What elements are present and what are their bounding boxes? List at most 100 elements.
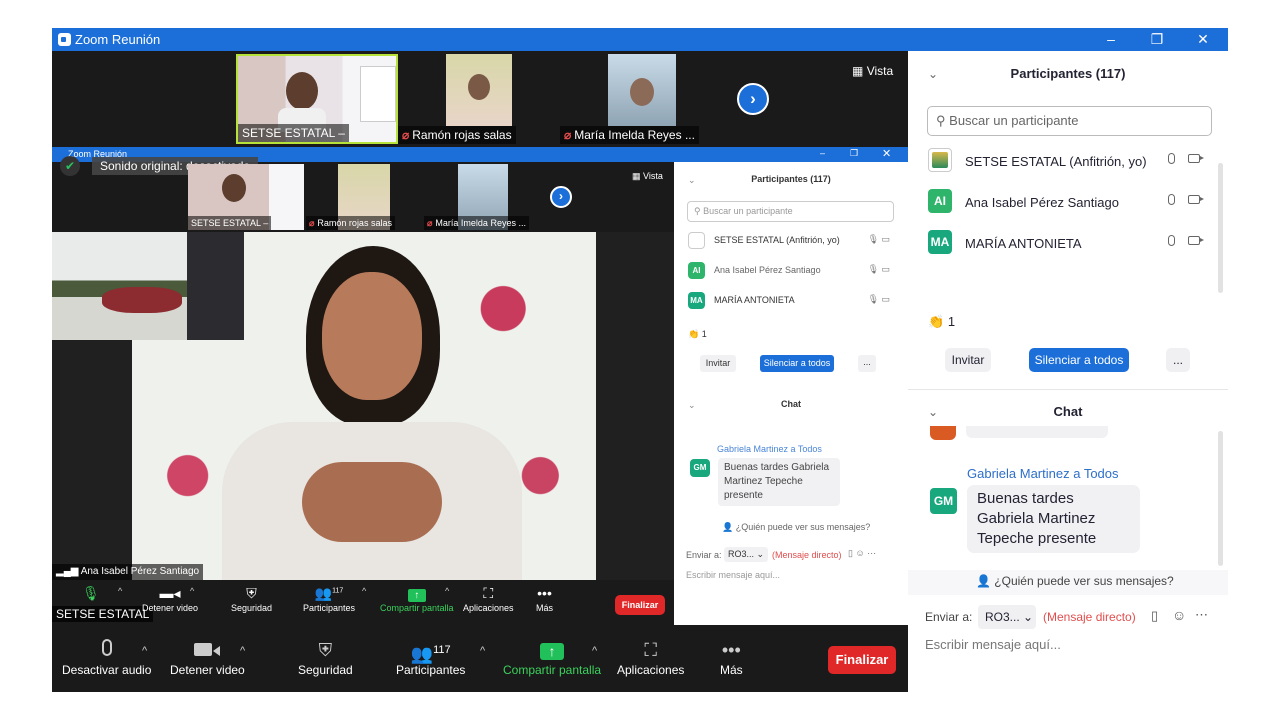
grid-icon: ▦ (852, 64, 864, 78)
more-options-button[interactable]: ... (1166, 348, 1190, 372)
avatar: AI (928, 189, 952, 213)
close-button[interactable]: ✕ (1180, 28, 1226, 51)
zoom-logo-icon (58, 33, 71, 46)
divider (908, 389, 1228, 390)
people-icon: 👥117 (314, 585, 344, 601)
next-page-button[interactable]: › (737, 83, 769, 115)
share-screen-icon: ↑ (380, 585, 454, 602)
avatar: GM (690, 459, 710, 477)
recipient-select[interactable]: RO3... ⌄ (978, 605, 1036, 629)
muted-mic-icon: ⌀ (402, 128, 410, 142)
chat-sender: Gabriela Martinez a Todos (967, 466, 1119, 481)
security-button[interactable]: ⛨ Seguridad (298, 637, 353, 677)
participants-button[interactable]: 👥117 Participantes (396, 637, 465, 677)
inner-chat-from: Gabriela Martinez a Todos (717, 444, 822, 454)
share-screen-icon: ↑ (503, 637, 601, 663)
participant-row[interactable]: SETSE ESTATAL (Anfitrión, yo) (928, 144, 1208, 185)
side-panel: ⌄ Participantes (117) ⚲ Buscar un partic… (908, 51, 1228, 692)
inner-video-tile: SETSE ESTATAL – (188, 164, 304, 230)
tile-name: SETSE ESTATAL – (238, 124, 349, 142)
microphone-icon (62, 637, 151, 663)
inner-mute-all: Silenciar a todos (760, 355, 834, 372)
people-icon: 👥117 (410, 644, 451, 664)
camera-icon[interactable] (1188, 195, 1204, 204)
view-button[interactable]: ▦ Vista (852, 64, 893, 78)
mute-button[interactable]: Desactivar audio (62, 637, 151, 677)
share-options-chevron-icon[interactable]: ^ (592, 645, 597, 657)
video-tile[interactable]: ⌀ María Imelda Reyes ... (560, 54, 722, 144)
list-item: MA MARÍA ANTONIETA 🎙 ▭ (688, 292, 894, 322)
mute-all-button[interactable]: Silenciar a todos (1029, 348, 1129, 372)
inner-end-button: Finalizar (615, 595, 665, 615)
zoom-window: Zoom Reunión – ❐ ✕ SETSE ESTATAL – ⌀ Ramó… (52, 28, 1228, 692)
search-icon: ⚲ (936, 113, 946, 128)
search-participant-input[interactable]: ⚲ Buscar un participante (927, 106, 1212, 136)
inner-search-input: ⚲ Buscar un participante (687, 201, 894, 222)
chat-message-input[interactable]: Escribir mensaje aquí... (925, 637, 1215, 661)
invite-button[interactable]: Invitar (945, 348, 991, 372)
inner-next-icon: › (550, 186, 572, 208)
participant-row[interactable]: MA MARÍA ANTONIETA (928, 226, 1208, 267)
inner-who-can-see: 👤 ¿Quién puede ver sus mensajes? (722, 522, 871, 532)
direct-message-label: (Mensaje directo) (1043, 610, 1136, 624)
inner-view-label: ▦ Vista (632, 171, 663, 181)
camera-icon[interactable] (1188, 154, 1204, 163)
clap-icon: 👏 (928, 314, 945, 329)
participant-row[interactable]: AI Ana Isabel Pérez Santiago (928, 185, 1208, 226)
inner-chat-icons: ▯ ☺ ⋯ (848, 548, 877, 558)
inner-participants-item: 👥117 Participantes (303, 585, 356, 613)
inner-video-tile: ⌀ María Imelda Reyes ... (424, 164, 540, 230)
apps-icon: ⛶ (483, 585, 494, 601)
signal-icon: ▂▄▆ (56, 566, 79, 577)
minimize-button[interactable]: – (1088, 28, 1134, 51)
list-item: AI Ana Isabel Pérez Santiago 🎙 ▭ (688, 262, 894, 292)
list-item: SETSE ESTATAL (Anfitrión, yo) 🎙 ▭ (688, 232, 894, 262)
reaction-count: 👏 1 (928, 314, 956, 329)
end-meeting-button[interactable]: Finalizar (828, 646, 896, 674)
file-icon[interactable]: ▯ (1151, 608, 1158, 624)
more-button[interactable]: ••• Más (720, 637, 743, 677)
participants-options-chevron-icon[interactable]: ^ (480, 645, 485, 657)
inner-minimize-icon: – (820, 148, 826, 158)
restore-button[interactable]: ❐ (1134, 28, 1180, 51)
shield-icon: ⛨ (246, 585, 257, 601)
inner-direct: (Mensaje directo) (772, 550, 842, 560)
who-can-see-link[interactable]: 👤 ¿Quién puede ver sus mensajes? (976, 574, 1174, 588)
participants-scrollbar[interactable] (1218, 163, 1223, 293)
chat-scrollbar[interactable] (1218, 431, 1223, 566)
window-title: Zoom Reunión (75, 32, 161, 47)
more-icon[interactable]: ⋯ (1195, 607, 1208, 623)
shield-icon: ⛨ (318, 640, 333, 660)
meeting-toolbar: Desactivar audio ^ Detener video ^ ⛨ Segu… (52, 625, 908, 692)
inner-send-to: RO3... ⌄ (724, 547, 769, 562)
chat-title: Chat (1053, 404, 1083, 419)
user-info-icon: 👤 (976, 574, 991, 588)
video-tile[interactable]: SETSE ESTATAL – (236, 54, 398, 144)
caret-icon: ^ (362, 586, 367, 596)
apps-button[interactable]: ⛶ Aplicaciones (617, 637, 684, 677)
more-icon: ••• (721, 640, 741, 660)
name-overlay: SETSE ESTATAL (52, 606, 154, 622)
who-can-see-bar[interactable]: 👤 ¿Quién puede ver sus mensajes? (908, 570, 1228, 595)
mic-icon[interactable] (1168, 153, 1175, 164)
mic-icon[interactable] (1168, 194, 1175, 205)
emoji-icon[interactable]: ☺ (1172, 607, 1186, 623)
participants-title: Participantes (117) (1010, 66, 1126, 81)
inner-send-to-label: Enviar a: (686, 550, 722, 560)
inner-video-strip: ✔ Sonido original: desactivado SETSE EST… (52, 156, 674, 232)
video-options-chevron-icon[interactable]: ^ (240, 645, 245, 657)
avatar: MA (688, 292, 705, 309)
camera-icon[interactable] (1188, 236, 1204, 245)
inner-more-item: ••• Más (536, 585, 554, 613)
video-tile[interactable]: ⌀ Ramón rojas salas (398, 54, 560, 144)
shield-check-icon: ✔ (60, 156, 80, 176)
inner-toolbar: 🎙 ^ SETSE ESTATAL ▬◂ Detener video ^ ⛨ Seg… (52, 580, 674, 625)
audio-options-chevron-icon[interactable]: ^ (142, 645, 147, 657)
avatar (928, 148, 952, 172)
share-screen-button[interactable]: ↑ Compartir pantalla (503, 637, 601, 677)
shared-screen: Zoom Reunión – ❐ ✕ ✔ Sonido original: de… (52, 147, 908, 625)
chat-message: Buenas tardes Gabriela Martinez Tepeche … (967, 485, 1140, 553)
mic-icon[interactable] (1168, 235, 1175, 246)
inner-more: ... (858, 355, 876, 372)
video-button[interactable]: Detener video (170, 637, 245, 677)
